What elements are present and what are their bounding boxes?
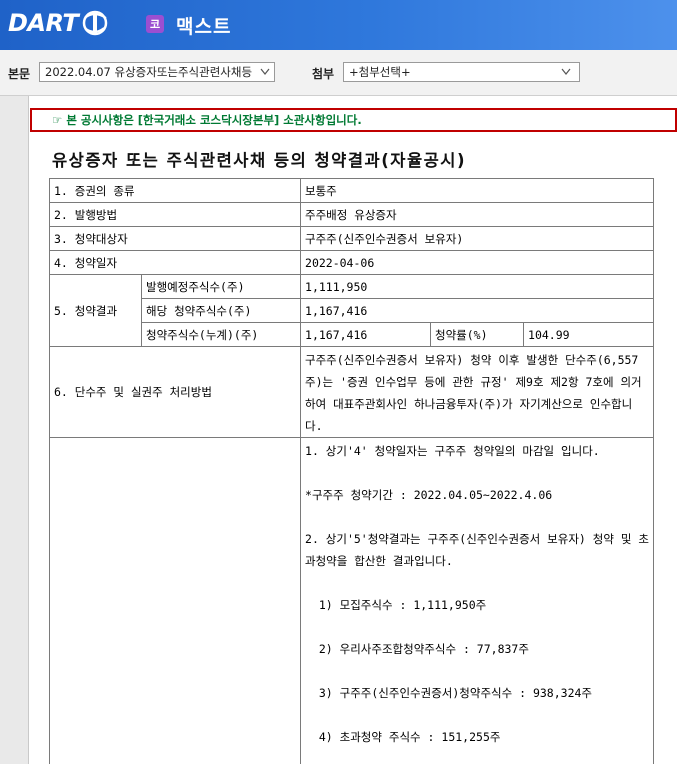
disclosure-table: 1. 증권의 종류 보통주 2. 발행방법 주주배정 유상증자 3. 청약대상자…: [48, 178, 655, 764]
table-row: 1. 증권의 종류 보통주: [48, 178, 655, 203]
table-row: 2. 발행방법 주주배정 유상증자: [48, 202, 655, 227]
rate-value: 104.99: [523, 322, 655, 347]
remark-line: 2) 우리사주조합청약주식수 : 77,837주: [305, 642, 529, 656]
attachment-label: 첨부: [312, 67, 335, 81]
attachment-select-value: +첨부선택+: [349, 65, 411, 79]
row-label: 5. 청약결과: [49, 274, 142, 347]
document-title: 유상증자 또는 주식관련사채 등의 청약결과(자율공시): [52, 151, 467, 170]
row-sublabel: 청약주식수(누계)(주): [140, 322, 302, 347]
row-value: 1,111,950: [300, 274, 655, 299]
main-document-label: 본문: [8, 67, 31, 81]
document-toolbar: 본문 2022.04.07 유상증자또는주식관련사채등 첨부 +첨부선택+: [0, 50, 677, 96]
remark-line: [305, 660, 649, 682]
remark-line: 4) 초과청약 주식수 : 151,255주: [305, 730, 501, 744]
row-label: [48, 437, 302, 764]
row-value: 구주주(신주인수권증서 보유자): [300, 226, 655, 251]
remark-line: 2. 상기'5'청약결과는 구주주(신주인수권증서 보유자) 청약 및 초과청약…: [305, 532, 649, 568]
row-value: 구주주(신주인수권증서 보유자) 청약 이후 발생한 단수주(6,557주)는 …: [300, 346, 655, 438]
remarks-cell: 1. 상기'4' 청약일자는 구주주 청약일의 마감일 입니다. *구주주 청약…: [300, 437, 655, 764]
company-name[interactable]: 맥스트: [176, 12, 231, 39]
remark-line: *구주주 청약기간 : 2022.04.05~2022.4.06: [305, 488, 553, 502]
row-value: 2022-04-06: [300, 250, 655, 275]
row-sublabel: 발행예정주식수(주): [140, 274, 302, 299]
table-row: 1. 상기'4' 청약일자는 구주주 청약일의 마감일 입니다. *구주주 청약…: [48, 437, 655, 764]
rate-label: 청약률(%): [430, 322, 525, 347]
row-value: 1,167,416: [300, 322, 432, 347]
market-badge: 코: [146, 15, 164, 33]
table-row: 6. 단수주 및 실권주 처리방법 구주주(신주인수권증서 보유자) 청약 이후…: [48, 346, 655, 438]
remark-line: [305, 462, 649, 484]
remark-line: 1. 상기'4' 청약일자는 구주주 청약일의 마감일 입니다.: [305, 444, 600, 458]
row-value: 1,167,416: [300, 298, 655, 323]
row-label: 6. 단수주 및 실권주 처리방법: [48, 346, 302, 438]
table-row: 3. 청약대상자 구주주(신주인수권증서 보유자): [48, 226, 655, 251]
logo-text: DART: [8, 9, 79, 37]
row-sublabel: 해당 청약주식수(주): [140, 298, 302, 323]
jurisdiction-notice: ☞ 본 공시사항은 [한국거래소 코스닥시장본부] 소관사항입니다.: [30, 108, 677, 132]
remark-line: [305, 506, 649, 528]
main-document-select-value: 2022.04.07 유상증자또는주식관련사채등: [45, 65, 253, 79]
remark-line: 1) 모집주식수 : 1,111,950주: [305, 598, 487, 612]
attachment-select[interactable]: +첨부선택+: [343, 62, 580, 82]
row-label: 4. 청약일자: [48, 250, 302, 275]
pointing-hand-icon: ☞: [52, 113, 63, 127]
row-label: 3. 청약대상자: [48, 226, 302, 251]
main-document-select[interactable]: 2022.04.07 유상증자또는주식관련사채등: [39, 62, 275, 82]
notice-text: 본 공시사항은 [한국거래소 코스닥시장본부] 소관사항입니다.: [66, 113, 362, 127]
remark-line: [305, 572, 649, 594]
row-label: 1. 증권의 종류: [48, 178, 302, 203]
table-row: 5. 청약결과 발행예정주식수(주) 1,111,950: [49, 274, 655, 347]
row-value: 보통주: [300, 178, 655, 203]
remark-line: [305, 616, 649, 638]
remark-line: 3) 구주주(신주인수권증서)청약주식수 : 938,324주: [305, 686, 593, 700]
logo-globe-icon: [83, 10, 108, 36]
chevron-down-icon: [260, 68, 270, 75]
table-row: 4. 청약일자 2022-04-06: [48, 250, 655, 275]
row-label: 2. 발행방법: [48, 202, 302, 227]
chevron-down-icon: [561, 68, 571, 75]
remark-line: [305, 704, 649, 726]
app-header: DART 코 맥스트: [0, 0, 677, 50]
dart-logo[interactable]: DART: [8, 8, 110, 38]
row-value: 주주배정 유상증자: [300, 202, 655, 227]
